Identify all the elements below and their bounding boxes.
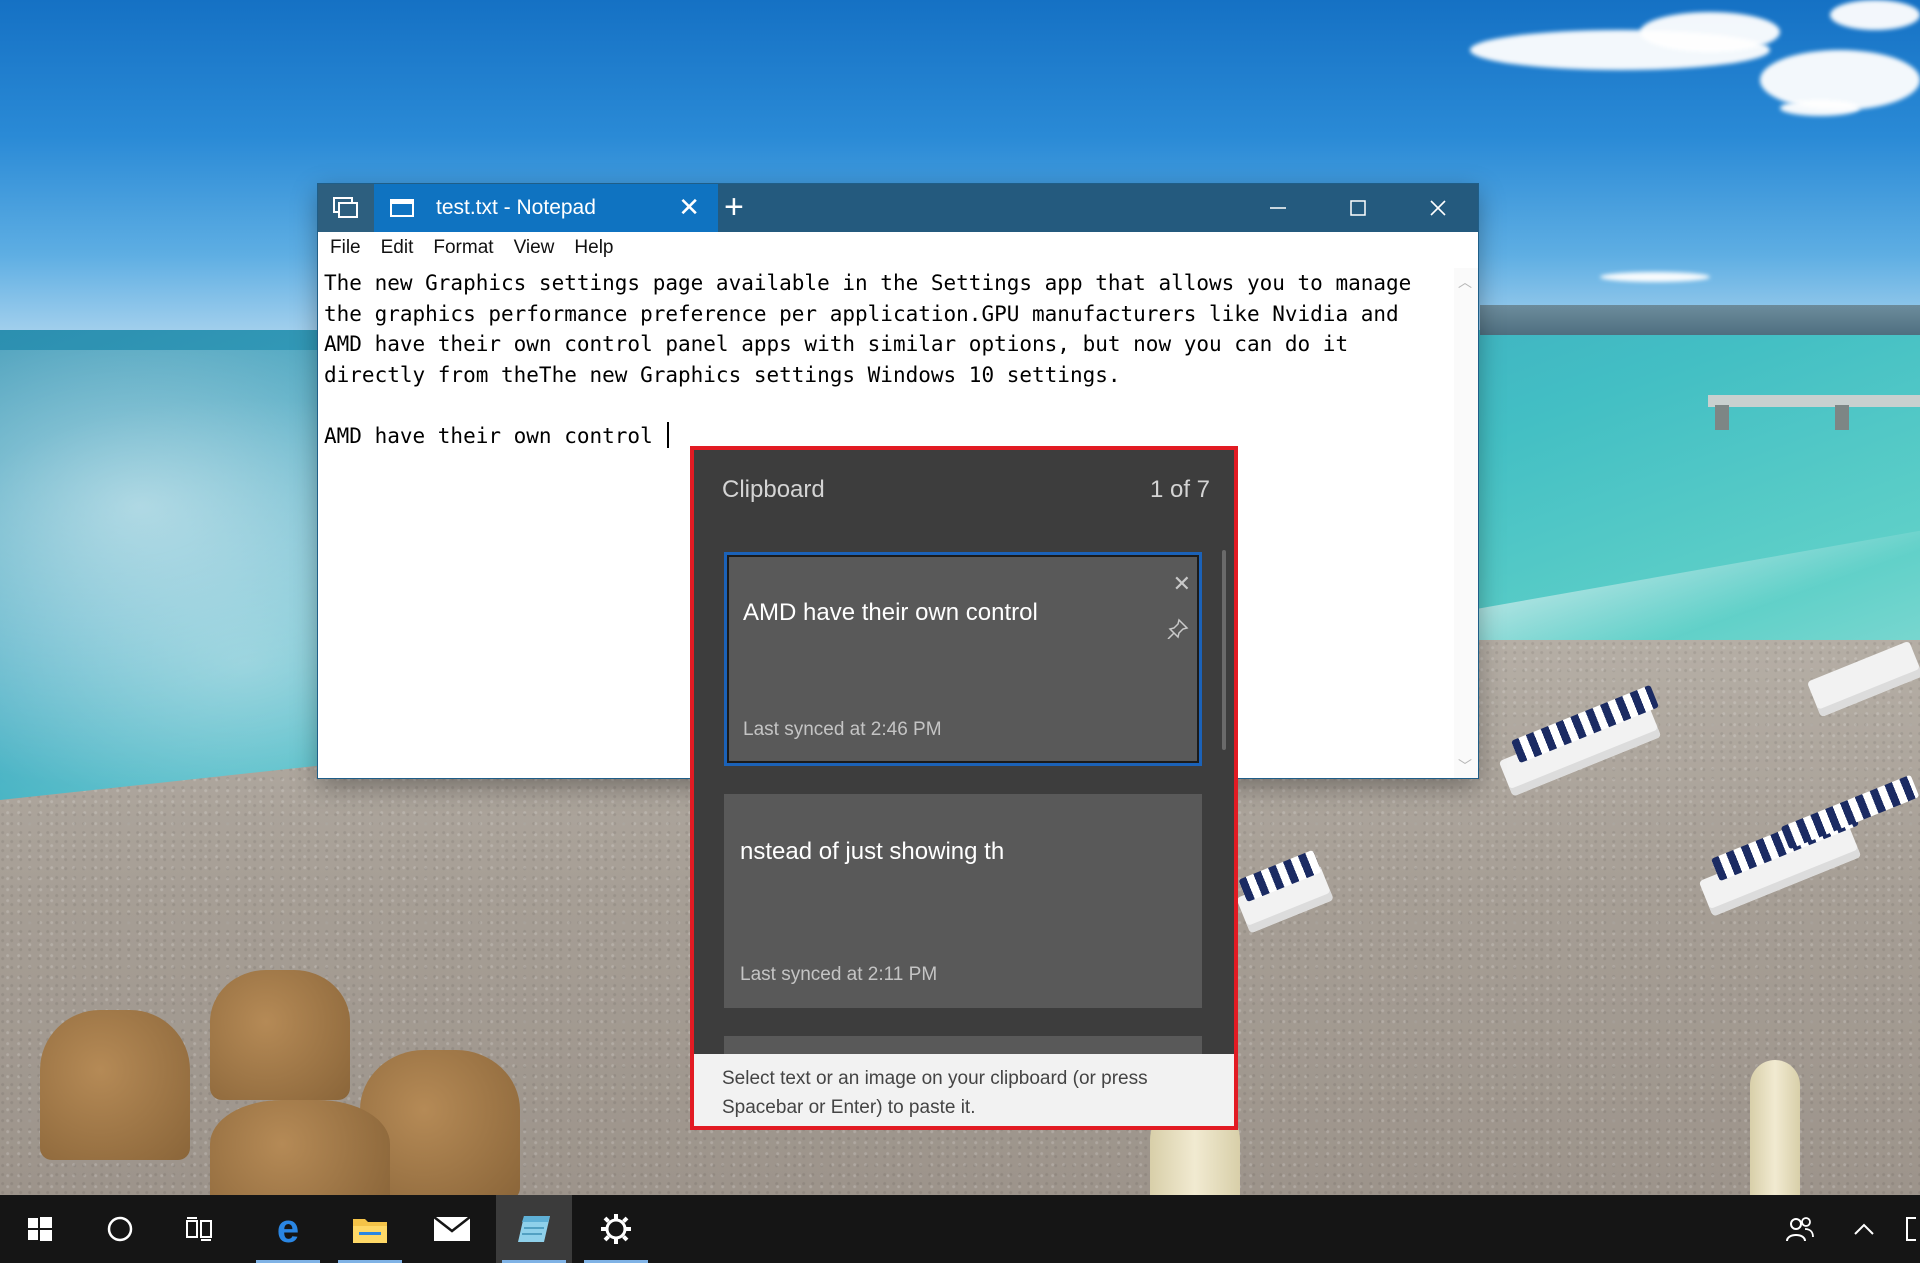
pier-leg [1835,405,1849,430]
vertical-scrollbar[interactable]: ︿ ﹀ [1454,268,1478,778]
wicker-chair [210,1100,390,1210]
editor-line: AMD have their own control [324,423,666,448]
menu-file[interactable]: File [330,237,361,259]
mail-button[interactable] [414,1195,490,1263]
cortana-icon [107,1216,133,1242]
task-view-icon [186,1217,212,1241]
people-icon [1786,1217,1814,1242]
svg-text:e: e [277,1210,299,1248]
wicker-chair [210,970,350,1100]
wicker-chair [40,1010,190,1160]
coastline [1480,305,1920,335]
new-tab-icon[interactable]: + [724,190,744,224]
notepad-taskbar-button[interactable] [496,1195,572,1263]
cortana-button[interactable] [82,1195,158,1263]
close-button[interactable] [1398,184,1478,232]
notepad-window-icon [390,199,414,217]
file-explorer-button[interactable] [332,1195,408,1263]
start-icon [28,1217,52,1241]
chevron-up-icon [1854,1223,1874,1235]
settings-icon [601,1214,631,1244]
edge-icon: e [277,1210,299,1248]
cloud [1640,12,1780,52]
file-explorer-icon [353,1219,387,1243]
menu-help[interactable]: Help [574,237,613,259]
mail-icon [433,1216,471,1241]
scroll-down-icon[interactable]: ﹀ [1458,756,1472,776]
window-stack-icon [333,197,358,218]
taskbar: e [0,1195,1920,1263]
cloud [1830,0,1920,30]
maximize-button[interactable] [1318,184,1398,232]
maximize-icon [1350,200,1366,216]
minimize-button[interactable] [1238,184,1318,232]
tab-close-icon[interactable]: ✕ [678,194,700,220]
show-hidden-icons-button[interactable] [1826,1195,1902,1263]
close-icon [1430,200,1446,216]
edge-button[interactable]: e [250,1195,326,1263]
pier [1708,395,1920,407]
task-view-button[interactable] [162,1195,238,1263]
cloud [1600,272,1710,282]
minimize-icon [1270,207,1286,209]
tab-notepad[interactable]: test.txt - Notepad ✕ [374,184,718,232]
menu-bar: File Edit Format View Help [318,232,1478,264]
pier-leg [1715,405,1729,430]
start-button[interactable] [2,1195,78,1263]
set-aside-tabs-button[interactable] [318,184,374,232]
scroll-up-icon[interactable]: ︿ [1458,272,1472,292]
network-icon[interactable] [1906,1217,1916,1241]
title-bar[interactable]: test.txt - Notepad ✕ + [318,184,1478,232]
notepad-icon [518,1216,550,1242]
editor-paragraph: The new Graphics settings page available… [324,271,1424,387]
text-caret [667,421,670,448]
menu-format[interactable]: Format [433,237,493,259]
settings-button[interactable] [578,1195,654,1263]
folded-umbrella [1750,1060,1800,1195]
menu-view[interactable]: View [514,237,555,259]
highlight-outline [690,446,1238,1130]
tab-title: test.txt - Notepad [436,196,596,219]
cloud [1780,100,1860,116]
menu-edit[interactable]: Edit [381,237,414,259]
